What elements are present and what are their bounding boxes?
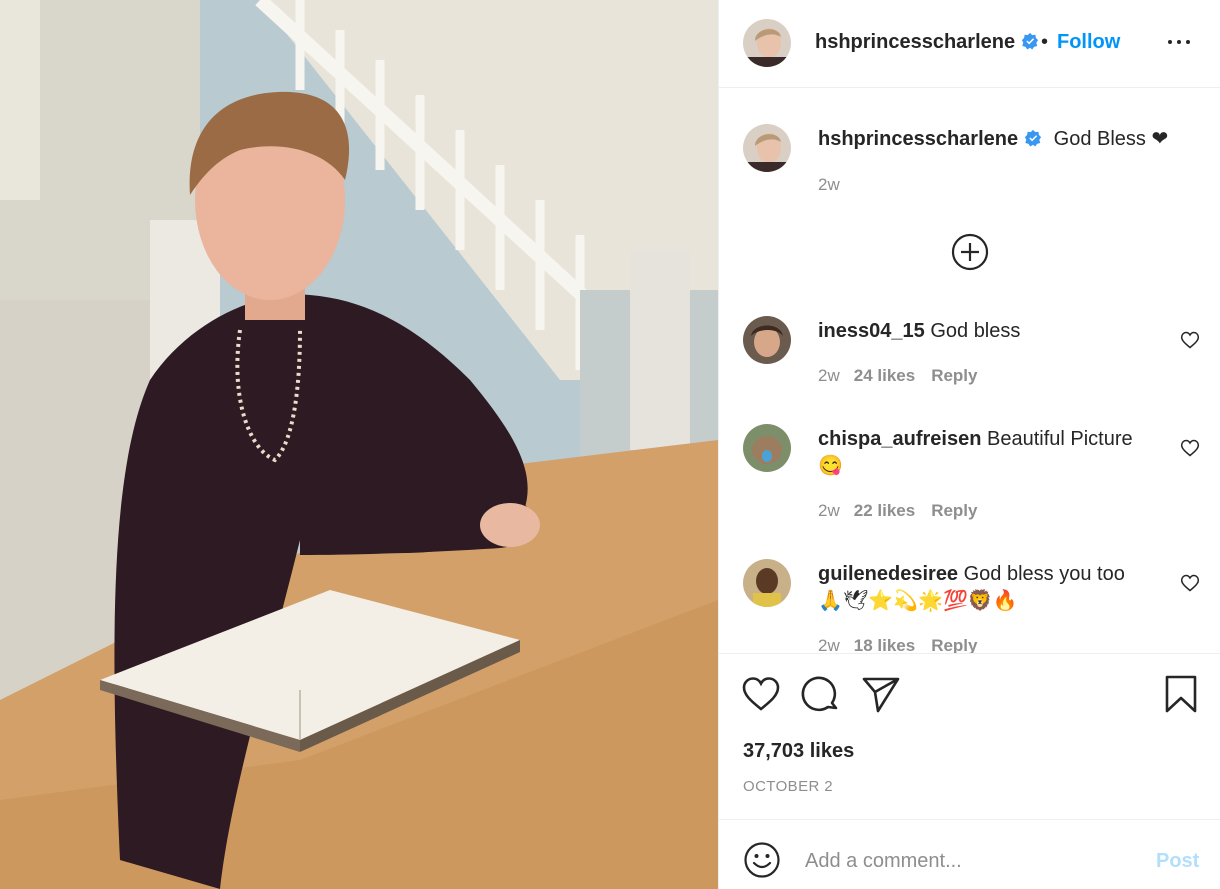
comment-body: guilenedesiree God bless you too 🙏🕊⭐💫🌟💯🦁… bbox=[818, 561, 1148, 615]
commenter-avatar[interactable] bbox=[743, 316, 791, 364]
comment-body: chispa_aufreisen Beautiful Picture 😋 bbox=[818, 426, 1148, 480]
like-heart-icon[interactable] bbox=[741, 674, 781, 714]
comment-likes[interactable]: 24 likes bbox=[854, 366, 915, 385]
post-photo bbox=[0, 0, 718, 889]
share-send-icon[interactable] bbox=[861, 674, 901, 714]
comment-meta: 2w 24 likes Reply bbox=[818, 366, 977, 386]
reply-button[interactable]: Reply bbox=[931, 501, 977, 520]
like-comment-heart-icon[interactable] bbox=[1180, 573, 1200, 593]
post-comment-button[interactable]: Post bbox=[1156, 850, 1199, 873]
likes-count[interactable]: 37,703 likes bbox=[743, 740, 854, 763]
post-sidebar: hshprincesscharlene • Follow hshprincess… bbox=[718, 0, 1220, 889]
comment-bubble-icon[interactable] bbox=[801, 674, 841, 714]
like-comment-heart-icon[interactable] bbox=[1180, 330, 1200, 350]
author-avatar[interactable] bbox=[743, 19, 791, 67]
post-header: hshprincesscharlene • Follow bbox=[719, 0, 1220, 88]
commenter-avatar[interactable] bbox=[743, 559, 791, 607]
caption-username[interactable]: hshprincesscharlene bbox=[818, 128, 1018, 150]
comment-meta: 2w 18 likes Reply bbox=[818, 636, 977, 653]
header-separator: • bbox=[1041, 31, 1049, 53]
post-actions: 37,703 likes OCTOBER 2 bbox=[719, 653, 1220, 819]
comment-likes[interactable]: 18 likes bbox=[854, 636, 915, 653]
follow-button[interactable]: Follow bbox=[1057, 31, 1120, 54]
comment-body: iness04_15 God bless bbox=[818, 318, 1148, 345]
like-comment-heart-icon[interactable] bbox=[1180, 438, 1200, 458]
comment-item: guilenedesiree God bless you too 🙏🕊⭐💫🌟💯🦁… bbox=[719, 559, 1220, 653]
emoji-smile-icon[interactable] bbox=[743, 841, 781, 879]
add-comment-bar: Post bbox=[719, 819, 1220, 889]
more-options-icon[interactable] bbox=[1165, 28, 1193, 56]
caption-timestamp[interactable]: 2w bbox=[818, 175, 840, 195]
post-image[interactable] bbox=[0, 0, 718, 889]
verified-badge-icon bbox=[1021, 32, 1039, 50]
author-username[interactable]: hshprincesscharlene bbox=[815, 31, 1039, 54]
comment-username[interactable]: guilenedesiree bbox=[818, 563, 958, 585]
caption-text: God Bless ❤ bbox=[1053, 128, 1169, 150]
verified-badge-icon bbox=[1024, 129, 1042, 147]
comments-list[interactable]: hshprincesscharlene God Bless ❤ 2w iness… bbox=[719, 88, 1220, 653]
comment-item: chispa_aufreisen Beautiful Picture 😋 2w 2… bbox=[719, 424, 1220, 554]
plus-circle-icon[interactable] bbox=[951, 233, 989, 271]
caption: hshprincesscharlene God Bless ❤ bbox=[818, 126, 1168, 151]
comment-username[interactable]: chispa_aufreisen bbox=[818, 428, 981, 450]
commenter-avatar[interactable] bbox=[743, 424, 791, 472]
reply-button[interactable]: Reply bbox=[931, 636, 977, 653]
comment-input[interactable] bbox=[803, 840, 1127, 882]
author-username-text[interactable]: hshprincesscharlene bbox=[815, 31, 1015, 53]
comment-text: God bless bbox=[930, 320, 1021, 342]
comment-time[interactable]: 2w bbox=[818, 366, 840, 385]
comment-time[interactable]: 2w bbox=[818, 501, 840, 520]
reply-button[interactable]: Reply bbox=[931, 366, 977, 385]
comment-username[interactable]: iness04_15 bbox=[818, 320, 925, 342]
comment-meta: 2w 22 likes Reply bbox=[818, 501, 977, 521]
caption-avatar[interactable] bbox=[743, 124, 791, 172]
comment-time[interactable]: 2w bbox=[818, 636, 840, 653]
post-date[interactable]: OCTOBER 2 bbox=[743, 778, 833, 795]
comment-likes[interactable]: 22 likes bbox=[854, 501, 915, 520]
bookmark-save-icon[interactable] bbox=[1161, 674, 1201, 714]
